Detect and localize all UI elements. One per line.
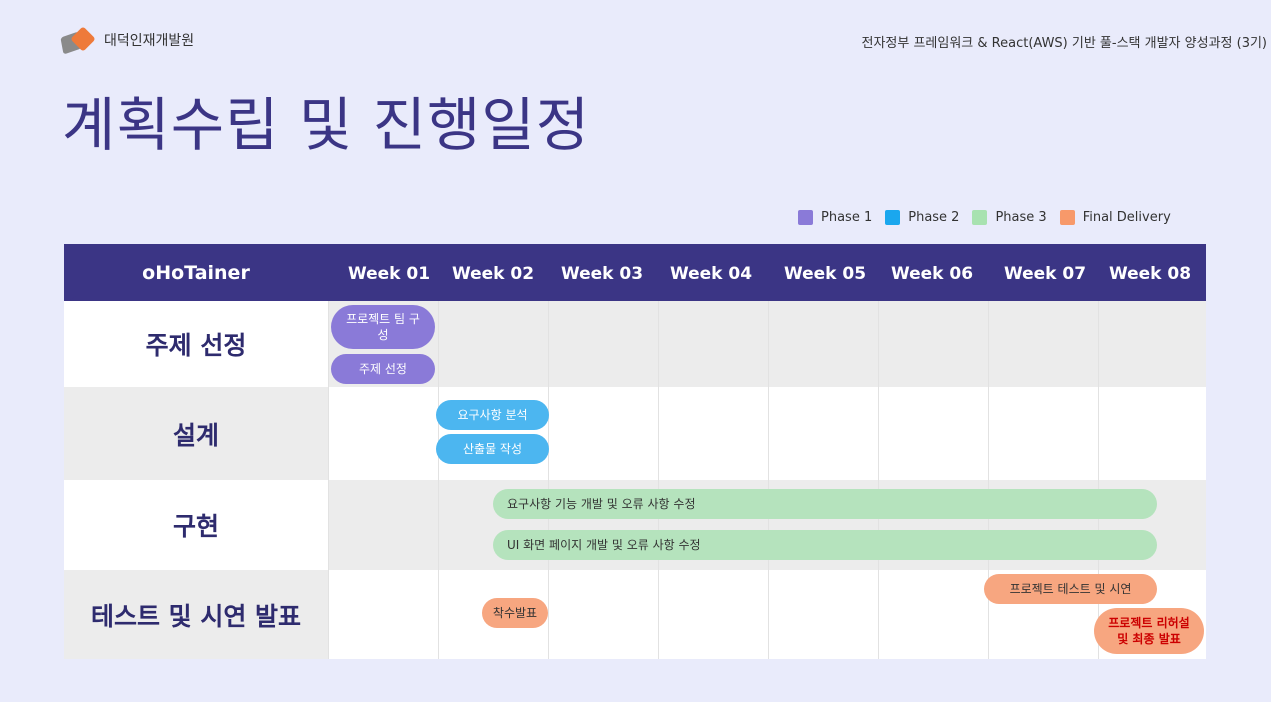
org-logo: 대덕인재개발원 bbox=[60, 26, 195, 55]
org-name: 대덕인재개발원 bbox=[104, 33, 195, 49]
week-header: Week 05 bbox=[783, 264, 867, 284]
legend-item-phase-3: Phase 3 bbox=[972, 210, 1047, 225]
grid-cell bbox=[878, 301, 989, 387]
table-row: 설계 bbox=[64, 387, 1206, 480]
grid-cell bbox=[768, 387, 879, 480]
legend-label: Final Delivery bbox=[1082, 210, 1171, 225]
grid-cell bbox=[988, 387, 1099, 480]
week-header: Week 04 bbox=[669, 264, 753, 284]
grid-cell bbox=[768, 301, 879, 387]
legend-label: Phase 2 bbox=[908, 210, 960, 225]
row-label: 테스트 및 시연 발표 bbox=[90, 601, 302, 631]
logo-icon bbox=[60, 26, 96, 55]
week-header: Week 03 bbox=[560, 264, 644, 284]
table-row: 주제 선정 bbox=[64, 301, 1206, 387]
schedule-table: oHoTainer Week 01 Week 02 Week 03 Week 0… bbox=[64, 244, 1206, 659]
task-bar-ui-development: UI 화면 페이지 개발 및 오류 사항 수정 bbox=[493, 530, 1157, 560]
grid-cell bbox=[1098, 387, 1207, 480]
grid-cell bbox=[878, 570, 989, 659]
week-header: Week 01 bbox=[347, 264, 431, 284]
week-header: Week 07 bbox=[1003, 264, 1087, 284]
task-bar-final-presentation: 프로젝트 리허설 및 최종 발표 bbox=[1094, 608, 1204, 654]
grid-cell bbox=[548, 570, 659, 659]
week-header: Week 06 bbox=[890, 264, 974, 284]
task-bar-test-demo: 프로젝트 테스트 및 시연 bbox=[984, 574, 1157, 604]
legend-item-phase-2: Phase 2 bbox=[885, 210, 959, 225]
task-bar-kickoff: 착수발표 bbox=[482, 598, 548, 628]
legend: Phase 1 Phase 2 Phase 3 Final Delivery bbox=[798, 210, 1184, 225]
legend-label: Phase 1 bbox=[821, 210, 873, 225]
legend-swatch bbox=[1059, 210, 1075, 225]
grid-cell bbox=[328, 570, 439, 659]
task-bar-feature-development: 요구사항 기능 개발 및 오류 사항 수정 bbox=[493, 489, 1157, 519]
task-bar-team-formation: 프로젝트 팀 구성 bbox=[331, 305, 435, 349]
week-header: Week 02 bbox=[451, 264, 535, 284]
grid-cell bbox=[548, 387, 659, 480]
legend-item-phase-1: Phase 1 bbox=[798, 210, 872, 225]
grid-cell bbox=[1098, 301, 1207, 387]
grid-cell bbox=[878, 387, 989, 480]
row-label: 설계 bbox=[172, 420, 219, 450]
grid-cell bbox=[328, 387, 439, 480]
grid-cell bbox=[328, 480, 439, 570]
legend-swatch bbox=[885, 210, 901, 225]
row-label: 주제 선정 bbox=[145, 331, 247, 360]
grid-cell bbox=[768, 570, 879, 659]
course-name: 전자정부 프레임워크 & React(AWS) 기반 풀-스택 개발자 양성과정… bbox=[861, 36, 1267, 51]
grid-cell bbox=[658, 570, 769, 659]
grid-cell bbox=[438, 301, 549, 387]
grid-cell bbox=[548, 301, 659, 387]
week-header: Week 08 bbox=[1108, 264, 1192, 284]
task-bar-requirements-analysis: 요구사항 분석 bbox=[436, 400, 549, 430]
legend-label: Phase 3 bbox=[995, 210, 1047, 225]
task-bar-topic-selection: 주제 선정 bbox=[331, 354, 435, 384]
row-grid bbox=[328, 301, 1206, 387]
task-bar-deliverables: 산출물 작성 bbox=[436, 434, 549, 464]
legend-swatch bbox=[972, 210, 988, 225]
legend-swatch bbox=[798, 210, 813, 225]
page-title: 계획수립 및 진행일정 bbox=[62, 91, 591, 159]
legend-item-final-delivery: Final Delivery bbox=[1059, 210, 1171, 225]
grid-cell bbox=[988, 301, 1099, 387]
row-label: 구현 bbox=[172, 512, 219, 541]
grid-cell bbox=[658, 301, 769, 387]
grid-cell bbox=[658, 387, 769, 480]
project-name: oHoTainer bbox=[142, 261, 250, 284]
